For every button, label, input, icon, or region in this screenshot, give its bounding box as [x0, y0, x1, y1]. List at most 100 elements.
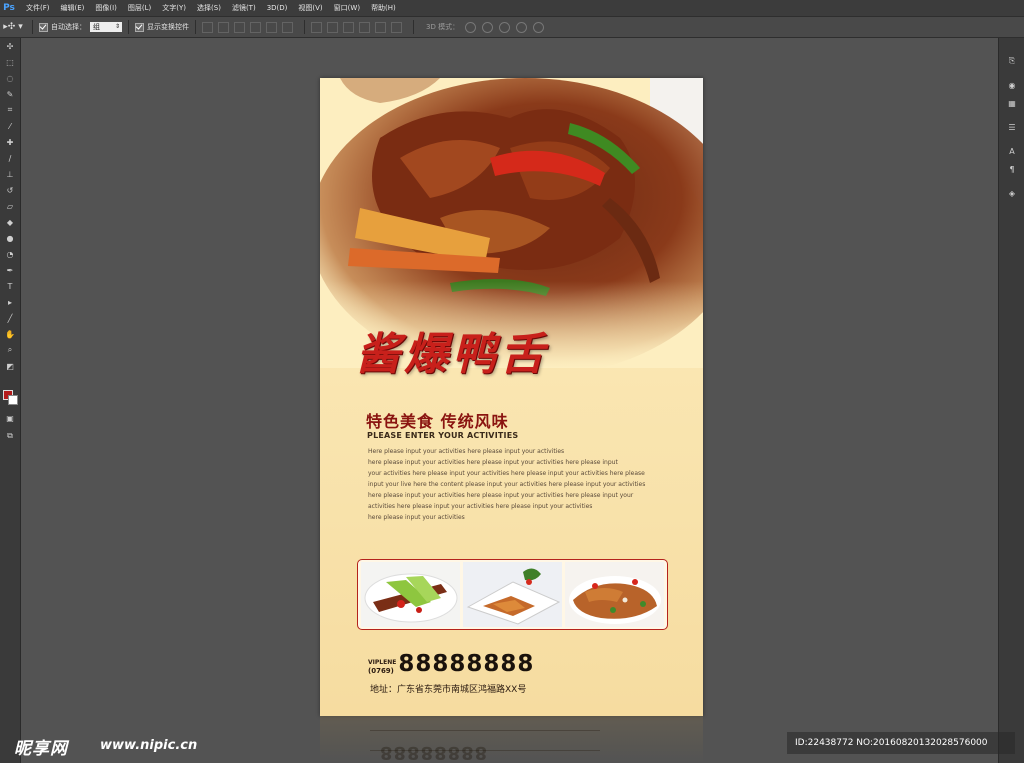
- dodge-tool-icon[interactable]: ◔: [0, 246, 20, 262]
- divider: [413, 20, 414, 34]
- address-text: 地址：广东省东莞市南城区鸿福路XX号: [370, 685, 527, 695]
- stamp-tool-icon[interactable]: ⊥: [0, 166, 20, 182]
- poster-title: 酱爆鸭舌: [356, 329, 548, 380]
- menu-help[interactable]: 帮助(H): [371, 3, 396, 13]
- dish-thumbnails: [357, 559, 668, 630]
- type-tool-icon[interactable]: T: [0, 278, 20, 294]
- document-canvas[interactable]: 酱爆鸭舌 特色美食 传统风味 PLEASE ENTER YOUR ACTIVIT…: [320, 78, 703, 716]
- body-line: Here please input your activities here p…: [368, 448, 565, 455]
- auto-select-label: 自动选择：: [51, 23, 86, 31]
- reflection-line: [370, 730, 600, 731]
- distribute-bottom-icon[interactable]: [343, 21, 354, 33]
- menu-view[interactable]: 视图(V): [298, 3, 322, 13]
- vip-labels: VIPLENE (0769): [368, 659, 396, 675]
- blur-tool-icon[interactable]: ●: [0, 230, 20, 246]
- character-panel-icon[interactable]: A: [999, 142, 1024, 160]
- area-code: (0769): [368, 667, 394, 675]
- poster-body-text: Here please input your activities here p…: [368, 446, 668, 523]
- zoom-tool-icon[interactable]: ⌕: [0, 342, 20, 358]
- move-tool-icon[interactable]: ✣: [0, 38, 20, 54]
- vip-label: VIPLENE: [368, 659, 397, 666]
- slide-3d-icon[interactable]: [516, 21, 528, 33]
- drag-3d-icon[interactable]: [499, 21, 511, 33]
- menu-3d[interactable]: 3D(D): [267, 4, 288, 12]
- options-bar: ▸✣ ▾ 自动选择： 组 显示变换控件 3D 模式：: [0, 16, 1024, 38]
- align-left-icon[interactable]: [250, 21, 261, 33]
- brush-tool-icon[interactable]: ∕: [0, 150, 20, 166]
- history-brush-tool-icon[interactable]: ↺: [0, 182, 20, 198]
- lasso-tool-icon[interactable]: ◌: [0, 70, 20, 86]
- paragraph-panel-icon[interactable]: ¶: [999, 160, 1024, 178]
- quick-mask-icon[interactable]: ▣: [0, 410, 20, 426]
- dish-thumbnail-2: [463, 562, 562, 627]
- crop-tool-icon[interactable]: ⌗: [0, 102, 20, 118]
- adjustments-panel-icon[interactable]: ☰: [999, 118, 1024, 136]
- body-line: activities here please input your activi…: [368, 503, 593, 510]
- body-line: here please input your activities here p…: [368, 492, 634, 499]
- align-top-icon[interactable]: [202, 21, 213, 33]
- menu-file[interactable]: 文件(F): [26, 3, 50, 13]
- hand-tool-icon[interactable]: ✋: [0, 326, 20, 342]
- auto-select-dropdown[interactable]: 组: [90, 22, 122, 32]
- screen-mode-icon[interactable]: ⧉: [0, 428, 20, 444]
- move-tool-preset-icon[interactable]: ▸✣ ▾: [0, 22, 26, 32]
- poster-slogan-english: PLEASE ENTER YOUR ACTIVITIES: [367, 431, 519, 440]
- eraser-tool-icon[interactable]: ▱: [0, 198, 20, 214]
- contact-phone-block: VIPLENE (0769) 88888888: [368, 651, 535, 677]
- distribute-hcenter-icon[interactable]: [375, 21, 386, 33]
- swatches-panel-icon[interactable]: ▦: [999, 94, 1024, 112]
- photoshop-logo: Ps: [3, 3, 15, 13]
- divider: [32, 20, 33, 34]
- menu-window[interactable]: 窗口(W): [334, 3, 360, 13]
- paint-bucket-tool-icon[interactable]: ◆: [0, 214, 20, 230]
- document-reflection: 88888888: [320, 716, 703, 763]
- reflection-phone: 88888888: [380, 742, 489, 763]
- menu-filter[interactable]: 滤镜(T): [232, 3, 256, 13]
- menu-image[interactable]: 图像(I): [95, 3, 117, 13]
- body-line: your activities here please input your a…: [368, 470, 645, 477]
- right-panel-dock: ⎘ ◉ ▦ ☰ A ¶ ◈: [998, 38, 1024, 763]
- toolbox: ✣ ⬚ ◌ ✎ ⌗ ⁄ ✚ ∕ ⊥ ↺ ▱ ◆ ● ◔ ✒ T ▸ ╱ ✋ ⌕ …: [0, 38, 21, 763]
- quick-select-tool-icon[interactable]: ✎: [0, 86, 20, 102]
- show-transform-label: 显示变换控件: [147, 23, 189, 31]
- history-panel-icon[interactable]: ⎘: [999, 52, 1024, 70]
- distribute-top-icon[interactable]: [311, 21, 322, 33]
- auto-select-checkbox[interactable]: [39, 22, 48, 32]
- divider: [195, 20, 196, 34]
- menu-layer[interactable]: 图层(L): [128, 3, 151, 13]
- body-line: here please input your activities: [368, 514, 465, 521]
- align-right-icon[interactable]: [282, 21, 293, 33]
- roll-3d-icon[interactable]: [482, 21, 494, 33]
- phone-number: 88888888: [398, 651, 535, 677]
- pen-tool-icon[interactable]: ✒: [0, 262, 20, 278]
- color-panel-icon[interactable]: ◉: [999, 76, 1024, 94]
- divider: [304, 20, 305, 34]
- align-hcenter-icon[interactable]: [266, 21, 277, 33]
- menu-select[interactable]: 选择(S): [197, 3, 221, 13]
- menu-bar: Ps 文件(F) 编辑(E) 图像(I) 图层(L) 文字(Y) 选择(S) 滤…: [0, 0, 1024, 16]
- menu-edit[interactable]: 编辑(E): [61, 3, 85, 13]
- distribute-left-icon[interactable]: [359, 21, 370, 33]
- poster-slogan: 特色美食 传统风味: [366, 412, 509, 431]
- scale-3d-icon[interactable]: [533, 21, 545, 33]
- 3d-panel-icon[interactable]: ◈: [999, 184, 1024, 202]
- show-transform-checkbox[interactable]: [135, 22, 144, 32]
- default-colors-icon[interactable]: ◩: [0, 358, 20, 374]
- distribute-right-icon[interactable]: [391, 21, 402, 33]
- mode3d-label: 3D 模式：: [426, 23, 460, 31]
- dish-thumbnail-1: [361, 562, 460, 627]
- align-vcenter-icon[interactable]: [218, 21, 229, 33]
- background-color-swatch[interactable]: [8, 395, 18, 405]
- watermark-url: www.nipic.cn: [100, 738, 198, 753]
- menu-type[interactable]: 文字(Y): [162, 3, 186, 13]
- dish-thumbnail-3: [565, 562, 664, 627]
- align-bottom-icon[interactable]: [234, 21, 245, 33]
- rotate-3d-icon[interactable]: [465, 21, 477, 33]
- body-line: input your live here the content please …: [368, 481, 646, 488]
- marquee-tool-icon[interactable]: ⬚: [0, 54, 20, 70]
- healing-tool-icon[interactable]: ✚: [0, 134, 20, 150]
- path-select-tool-icon[interactable]: ▸: [0, 294, 20, 310]
- eyedropper-tool-icon[interactable]: ⁄: [0, 118, 20, 134]
- line-tool-icon[interactable]: ╱: [0, 310, 20, 326]
- distribute-vcenter-icon[interactable]: [327, 21, 338, 33]
